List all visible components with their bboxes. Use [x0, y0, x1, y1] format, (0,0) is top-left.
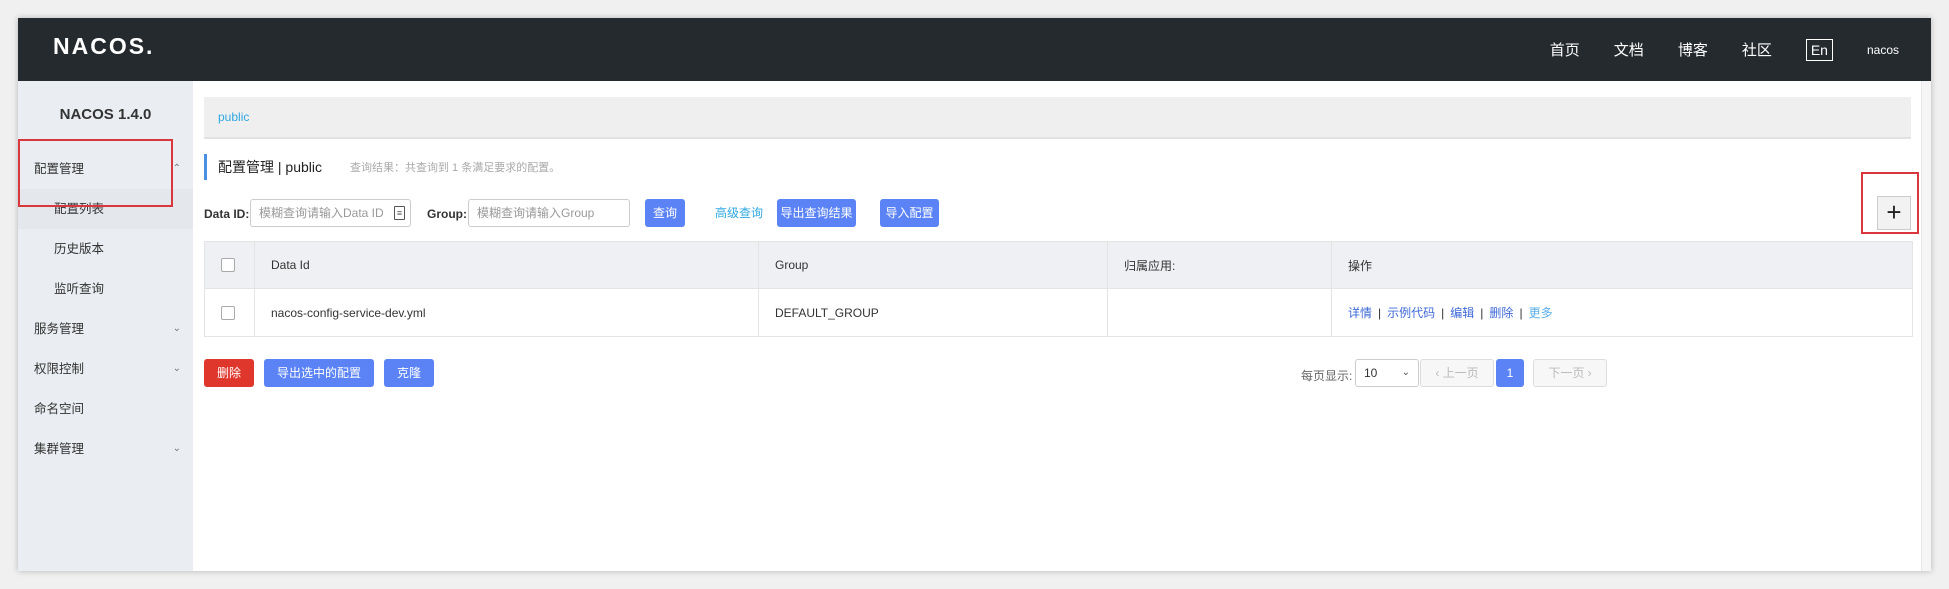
select-all-cell — [205, 242, 255, 288]
query-button[interactable]: 查询 — [645, 199, 685, 227]
data-id-input[interactable] — [250, 199, 411, 227]
prev-page-button[interactable]: ‹ 上一页 — [1420, 359, 1494, 387]
data-id-label: Data ID: — [204, 207, 250, 221]
sidebar-item-history[interactable]: 历史版本 — [18, 229, 193, 269]
config-table: Data Id Group 归属应用: 操作 nacos-config-serv… — [204, 241, 1913, 337]
operations-cell: 详情 | 示例代码 | 编辑 | 删除 | 更多 — [1332, 289, 1912, 336]
main-content: public 配置管理 | public 查询结果：共查询到 1 条满足要求的配… — [193, 81, 1931, 571]
advanced-query-link[interactable]: 高级查询 — [709, 199, 769, 227]
separator: | — [1519, 305, 1523, 320]
export-results-button[interactable]: 导出查询结果 — [777, 199, 856, 227]
separator: | — [1480, 305, 1484, 320]
clone-button[interactable]: 克隆 — [384, 359, 434, 387]
data-id-field-wrapper: ≡ — [250, 199, 411, 227]
group-input[interactable] — [468, 199, 630, 227]
prev-page-label: 上一页 — [1442, 366, 1479, 380]
sidebar-item-label: 历史版本 — [54, 242, 105, 256]
sidebar-item-access-control[interactable]: 权限控制 ⌄ — [18, 349, 193, 389]
top-nav: 首页 文档 博客 社区 En nacos — [1550, 18, 1931, 81]
next-page-label: 下一页 — [1548, 366, 1585, 380]
page-size-label: 每页显示: — [1301, 369, 1353, 383]
page-title: 配置管理 | public 查询结果：共查询到 1 条满足要求的配置。 — [204, 154, 560, 180]
column-header[interactable]: 归属应用: — [1108, 242, 1332, 288]
chevron-left-icon: ‹ — [1435, 366, 1440, 380]
group-cell: DEFAULT_GROUP — [759, 289, 1108, 336]
filter-bar: Data ID: ≡ Group: 查询 高级查询 导出查询结果 导入配置 — [204, 199, 1924, 229]
sample-code-link[interactable]: 示例代码 — [1387, 304, 1435, 321]
delete-link[interactable]: 删除 — [1489, 304, 1513, 321]
chevron-up-icon: ⌃ — [172, 163, 181, 174]
more-link[interactable]: 更多 — [1529, 304, 1553, 321]
page-size-select[interactable]: 10 ⌄ — [1355, 359, 1419, 387]
column-header[interactable]: Group — [759, 242, 1108, 288]
namespace-link[interactable]: public — [218, 110, 249, 124]
vertical-scrollbar[interactable] — [1921, 81, 1931, 571]
user-name[interactable]: nacos — [1867, 43, 1899, 57]
sidebar: NACOS 1.4.0 配置管理 ⌃ 配置列表 历史版本 监听查询 服务管理 ⌄… — [18, 81, 193, 571]
column-header: 操作 — [1348, 258, 1373, 273]
column-header[interactable]: Data Id — [255, 242, 759, 288]
select-all-checkbox[interactable] — [221, 258, 235, 272]
page-size-value: 10 — [1364, 366, 1378, 380]
app-window: NACOS. 首页 文档 博客 社区 En nacos NACOS 1.4.0 … — [18, 18, 1931, 571]
sidebar-item-namespace[interactable]: 命名空间 — [18, 389, 193, 429]
detail-link[interactable]: 详情 — [1348, 304, 1372, 321]
sidebar-item-label: 监听查询 — [54, 282, 105, 296]
highlight-box — [18, 139, 173, 207]
chevron-down-icon: ⌄ — [172, 363, 181, 374]
chevron-down-icon: ⌄ — [172, 323, 181, 334]
nav-docs[interactable]: 文档 — [1614, 39, 1644, 60]
nav-community[interactable]: 社区 — [1742, 39, 1772, 60]
separator: | — [1441, 305, 1445, 320]
bottom-bar: 删除 导出选中的配置 克隆 每页显示: 10 ⌄ ‹ 上一页 1 下一页 › — [204, 359, 1911, 387]
query-result-text: 查询结果：共查询到 1 条满足要求的配置。 — [350, 162, 561, 174]
sidebar-item-label: 集群管理 — [34, 442, 85, 456]
group-label: Group: — [427, 207, 467, 221]
chevron-down-icon: ⌄ — [1401, 367, 1410, 378]
language-button[interactable]: En — [1805, 38, 1833, 61]
input-suffix-icon: ≡ — [394, 206, 405, 220]
page-title-text: 配置管理 | public — [218, 159, 322, 175]
sidebar-item-cluster-management[interactable]: 集群管理 ⌄ — [18, 429, 193, 469]
sidebar-item-service-management[interactable]: 服务管理 ⌄ — [18, 309, 193, 349]
separator: | — [1378, 305, 1382, 320]
sidebar-item-label: 服务管理 — [34, 322, 85, 336]
nav-home[interactable]: 首页 — [1550, 39, 1580, 60]
top-navbar: NACOS. 首页 文档 博客 社区 En nacos — [18, 18, 1931, 81]
sidebar-item-label: 权限控制 — [34, 362, 85, 376]
sidebar-item-label: 命名空间 — [34, 402, 85, 416]
breadcrumb: public — [204, 97, 1911, 139]
sidebar-item-listener-query[interactable]: 监听查询 — [18, 269, 193, 309]
highlight-box — [1861, 172, 1919, 234]
edit-link[interactable]: 编辑 — [1450, 304, 1474, 321]
row-checkbox[interactable] — [221, 305, 235, 320]
next-page-button[interactable]: 下一页 › — [1533, 359, 1607, 387]
nav-blog[interactable]: 博客 — [1678, 39, 1708, 60]
page-number-current[interactable]: 1 — [1496, 359, 1524, 387]
chevron-right-icon: › — [1587, 366, 1592, 380]
row-select-cell — [205, 289, 255, 336]
chevron-down-icon: ⌄ — [172, 443, 181, 454]
export-selected-button[interactable]: 导出选中的配置 — [264, 359, 374, 387]
import-config-button[interactable]: 导入配置 — [880, 199, 939, 227]
nacos-logo[interactable]: NACOS. — [53, 33, 154, 60]
delete-button[interactable]: 删除 — [204, 359, 254, 387]
data-id-cell: nacos-config-service-dev.yml — [255, 289, 759, 336]
table-row: nacos-config-service-dev.yml DEFAULT_GRO… — [205, 289, 1912, 336]
table-header: Data Id Group 归属应用: 操作 — [205, 242, 1912, 289]
app-cell — [1108, 289, 1332, 336]
